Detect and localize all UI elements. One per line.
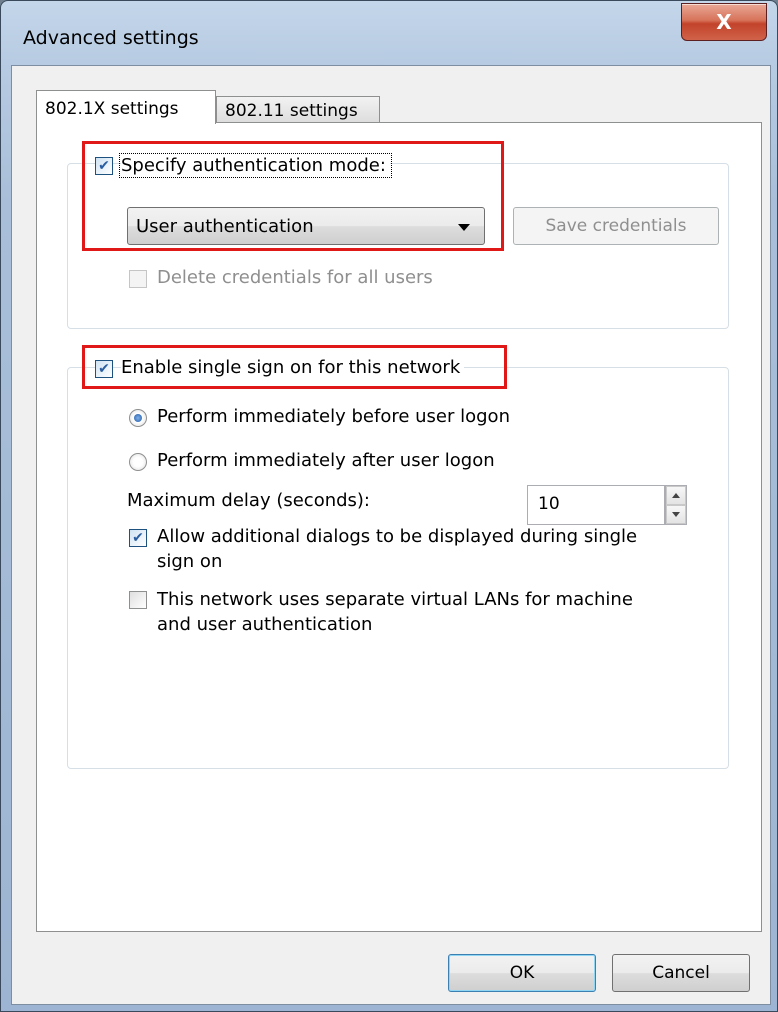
delete-credentials-label[interactable]: Delete credentials for all users: [157, 267, 433, 288]
spin-down-button[interactable]: [666, 505, 686, 524]
ok-button[interactable]: OK: [448, 954, 596, 992]
checkmark-icon: ✔: [98, 158, 110, 174]
auth-mode-dropdown[interactable]: User authentication: [127, 207, 485, 245]
radio-selected-icon: [134, 414, 142, 422]
after-logon-radio[interactable]: [129, 453, 147, 471]
tab-802-11-settings[interactable]: 802.11 settings: [216, 96, 380, 124]
chevron-down-icon: [458, 224, 470, 231]
enable-sso-label[interactable]: Enable single sign on for this network: [121, 357, 465, 378]
tab-label: 802.11 settings: [225, 101, 358, 121]
chevron-down-icon: [672, 512, 680, 517]
after-logon-label[interactable]: Perform immediately after user logon: [157, 450, 495, 471]
enable-sso-checkbox[interactable]: ✔: [95, 360, 113, 378]
before-logon-radio[interactable]: [129, 409, 147, 427]
checkmark-icon: ✔: [132, 530, 144, 546]
tab-page-802-1x: ✔ Specify authentication mode: User auth…: [36, 122, 762, 932]
save-credentials-button[interactable]: Save credentials: [513, 207, 719, 245]
max-delay-spinner[interactable]: [665, 485, 687, 525]
before-logon-label[interactable]: Perform immediately before user logon: [157, 406, 510, 427]
specify-auth-mode-checkbox[interactable]: ✔: [95, 157, 113, 175]
checkmark-icon: ✔: [98, 361, 110, 377]
cancel-button[interactable]: Cancel: [612, 954, 750, 992]
allow-dialogs-label-line1[interactable]: Allow additional dialogs to be displayed…: [157, 526, 637, 547]
specify-auth-mode-label[interactable]: Specify authentication mode:: [119, 153, 392, 178]
window-title: Advanced settings: [23, 27, 199, 49]
spin-up-button[interactable]: [666, 486, 686, 505]
dialog-window: Advanced settings X 802.1X settings 802.…: [0, 0, 778, 1012]
close-icon: X: [716, 10, 732, 34]
separate-vlans-label-line1[interactable]: This network uses separate virtual LANs …: [157, 589, 633, 610]
max-delay-label: Maximum delay (seconds):: [127, 490, 370, 511]
auth-mode-group: [67, 163, 729, 329]
close-button[interactable]: X: [681, 3, 767, 41]
separate-vlans-label-line2[interactable]: and user authentication: [157, 614, 372, 635]
dialog-client-area: 802.1X settings 802.11 settings ✔ Specif…: [11, 65, 771, 1005]
delete-credentials-checkbox[interactable]: [129, 270, 147, 288]
tab-802-1x-settings[interactable]: 802.1X settings: [36, 90, 216, 124]
allow-dialogs-checkbox[interactable]: ✔: [129, 529, 147, 547]
tab-label: 802.1X settings: [45, 99, 179, 119]
auth-mode-selected-value: User authentication: [136, 216, 314, 237]
separate-vlans-checkbox[interactable]: [129, 591, 147, 609]
allow-dialogs-label-line2[interactable]: sign on: [157, 551, 222, 572]
chevron-up-icon: [672, 493, 680, 498]
max-delay-input[interactable]: 10: [527, 485, 665, 525]
